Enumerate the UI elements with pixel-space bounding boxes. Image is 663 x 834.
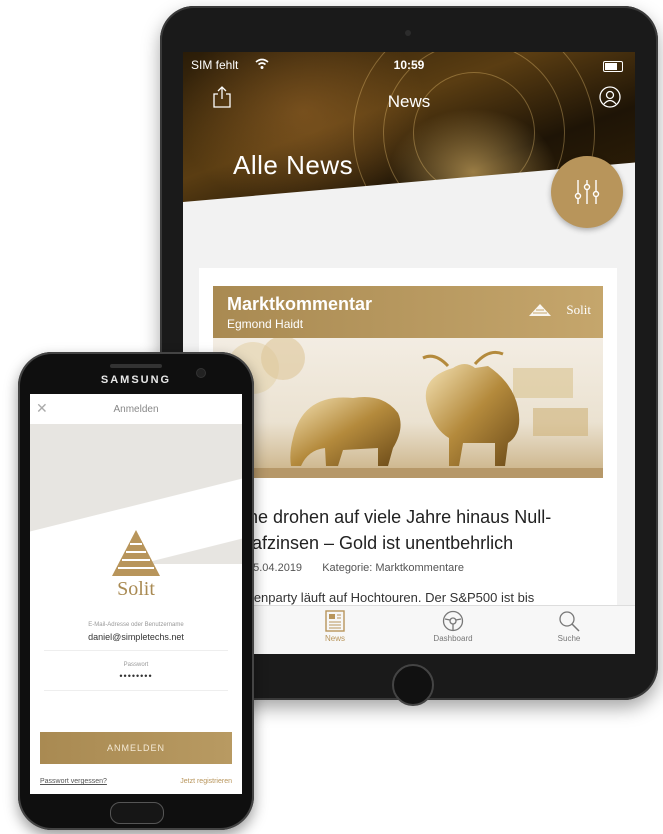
article-category: Kategorie: Marktkommentare <box>322 562 465 574</box>
tab-search[interactable]: Suche <box>529 610 609 643</box>
login-header: ✕ Anmelden <box>30 394 242 425</box>
article-excerpt: rsenparty läuft auf Hochtouren. Der S&P5… <box>243 590 535 605</box>
sliders-icon <box>574 180 600 204</box>
solit-logo-icon <box>529 303 551 321</box>
news-card[interactable]: Marktkommentar Egmond Haidt Solit zone d… <box>199 268 617 628</box>
tab-news-label: News <box>324 634 345 643</box>
tab-news[interactable]: News <box>295 610 375 643</box>
tab-search-label: Suche <box>557 634 581 643</box>
login-button[interactable]: ANMELDEN <box>40 732 232 764</box>
battery-icon <box>603 61 623 72</box>
filter-button[interactable] <box>551 156 623 228</box>
headline-line-2: Strafzinsen – Gold ist unentbehrlich <box>229 533 514 553</box>
forgot-password-link[interactable]: Passwort vergessen? <box>40 778 107 785</box>
username-field[interactable]: daniel@simpletechs.net <box>30 632 242 642</box>
logo-text: Solit <box>117 578 155 600</box>
field-divider <box>44 650 228 651</box>
image-band <box>213 468 603 478</box>
page-title: Alle News <box>233 150 354 180</box>
search-icon <box>559 611 580 632</box>
article-date: 15.04.2019 <box>247 562 303 574</box>
phone-device: SAMSUNG ✕ Anmelden Solit E-Mail-Adresse … <box>18 352 254 830</box>
phone-screen: ✕ Anmelden Solit E-Mail-Adresse oder Ben… <box>30 394 242 794</box>
username-label: E-Mail-Adresse oder Benutzername <box>88 622 184 628</box>
phone-speaker <box>110 364 162 368</box>
login-title: Anmelden <box>113 404 159 415</box>
card-author: Egmond Haidt <box>227 317 304 331</box>
phone-brand: SAMSUNG <box>100 374 172 386</box>
register-link[interactable]: Jetzt registrieren <box>180 778 232 785</box>
card-brand: Solit <box>566 302 591 317</box>
dashboard-icon <box>442 610 464 632</box>
password-label: Passwort <box>123 662 149 668</box>
tab-dashboard-label: Dashboard <box>433 634 473 643</box>
solit-logo-icon <box>104 522 168 578</box>
article-headline[interactable]: zone drohen auf viele Jahre hinaus Null-… <box>229 504 609 556</box>
phone-home-button[interactable] <box>110 802 164 824</box>
headline-line-1: zone drohen auf viele Jahre hinaus Null- <box>229 507 552 527</box>
status-bar: SIM fehlt 10:59 <box>191 58 627 74</box>
news-icon <box>325 610 345 632</box>
article-meta: 15.04.2019 Kategorie: Marktkommentare <box>247 562 464 574</box>
clock: 10:59 <box>393 58 425 72</box>
bull-bear-image <box>213 338 603 478</box>
tab-dashboard[interactable]: Dashboard <box>413 610 493 643</box>
card-category: Marktkommentar <box>227 294 373 314</box>
field-divider <box>44 690 228 691</box>
profile-icon[interactable] <box>599 86 621 108</box>
nav-title: News <box>387 92 431 111</box>
card-header: Marktkommentar Egmond Haidt Solit <box>213 286 603 338</box>
tablet-camera <box>405 30 411 36</box>
password-field[interactable]: •••••••• <box>30 671 242 681</box>
tablet-home-button[interactable] <box>392 664 434 706</box>
